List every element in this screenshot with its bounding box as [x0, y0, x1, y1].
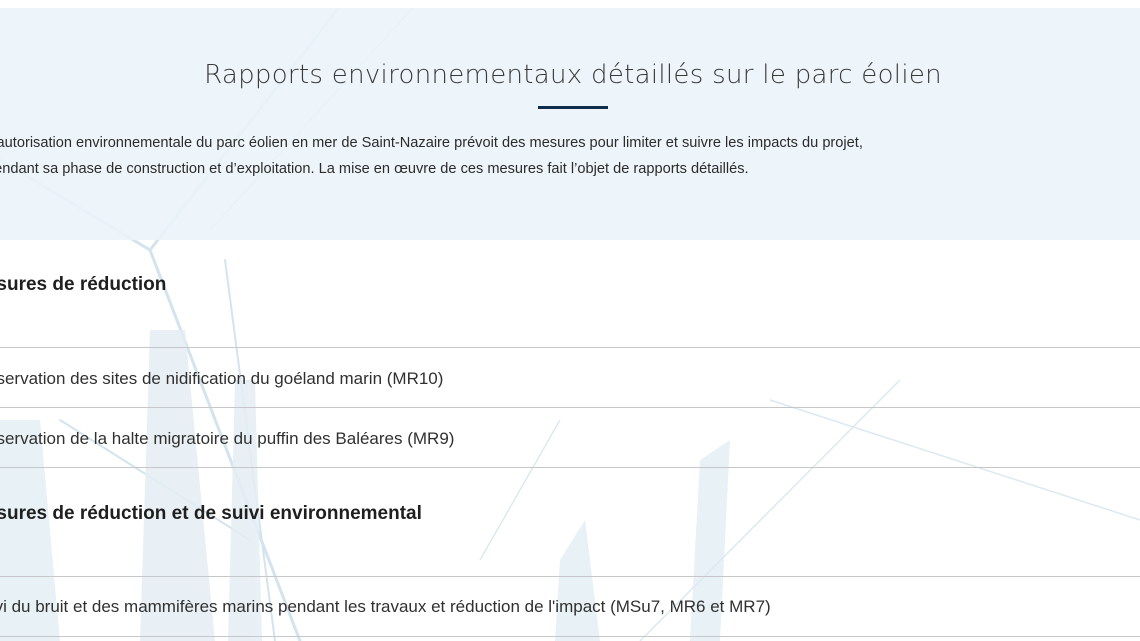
intro-line: pendant sa phase de construction et d’ex… [0, 161, 749, 177]
top-strip [0, 0, 1140, 8]
divider [0, 347, 1140, 348]
divider [0, 636, 1140, 637]
divider [0, 576, 1140, 577]
report-link-puffin-baleares[interactable]: Préservation de la halte migratoire du p… [0, 429, 454, 449]
title-underline [538, 106, 608, 109]
intro-line: L’autorisation environnementale du parc … [0, 135, 863, 151]
page: Rapports environnementaux détaillés sur … [0, 0, 1140, 641]
report-link-goeland-marin[interactable]: Préservation des sites de nidification d… [0, 369, 443, 389]
section-heading-mesures-de-reduction-et-suivi: Mesures de réduction et de suivi environ… [0, 503, 422, 524]
divider [0, 407, 1140, 408]
intro-paragraph: L’autorisation environnementale du parc … [0, 130, 1140, 182]
report-link-bruit-mammiferes-marins[interactable]: Suivi du bruit et des mammifères marins … [0, 597, 771, 617]
divider [0, 467, 1140, 468]
page-title: Rapports environnementaux détaillés sur … [204, 60, 942, 90]
hero-banner: Rapports environnementaux détaillés sur … [0, 8, 1140, 240]
section-heading-mesures-de-reduction: Mesures de réduction [0, 274, 167, 295]
